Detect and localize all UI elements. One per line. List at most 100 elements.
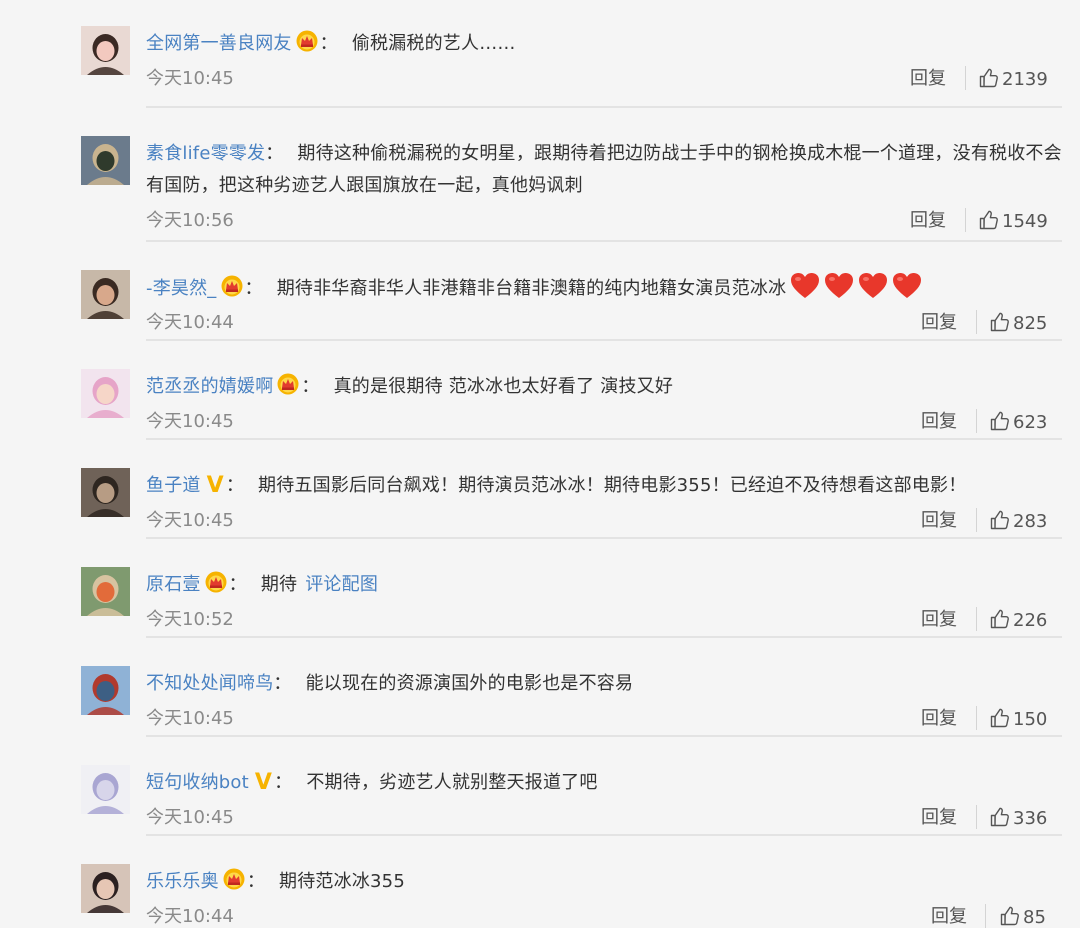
- avatar[interactable]: [81, 567, 130, 616]
- comment-content: 乐乐乐奥 ： 期待范冰冰355: [146, 866, 1066, 901]
- avatar[interactable]: [81, 864, 130, 913]
- like-count: 150: [1013, 709, 1048, 730]
- like-count: 85: [1023, 907, 1046, 928]
- like-count: 283: [1013, 511, 1048, 532]
- comment-text: 能以现在的资源演国外的电影也是不容易: [305, 673, 634, 694]
- colon-separator: ：: [319, 33, 338, 54]
- comment-timestamp: 今天10:52: [146, 609, 234, 630]
- username-link[interactable]: 乐乐乐奥: [146, 871, 219, 892]
- like-button[interactable]: 150: [990, 708, 1047, 730]
- avatar[interactable]: [81, 765, 130, 814]
- like-button[interactable]: 1549: [979, 210, 1048, 232]
- avatar[interactable]: [81, 26, 130, 75]
- avatar[interactable]: [81, 468, 130, 517]
- username-link[interactable]: 短句收纳bot: [146, 772, 249, 793]
- colon-separator: ：: [246, 871, 266, 892]
- divider: [146, 438, 1062, 440]
- reply-button[interactable]: 回复: [921, 704, 957, 730]
- divider: [146, 834, 1062, 836]
- action-separator: [965, 66, 966, 90]
- colon-separator: ：: [274, 772, 293, 793]
- comment-timestamp: 今天10:45: [146, 807, 234, 828]
- colon-separator: ：: [244, 278, 263, 299]
- reply-button[interactable]: 回复: [931, 902, 967, 928]
- comment-image-link[interactable]: 评论配图: [305, 574, 378, 595]
- action-separator: [976, 310, 977, 334]
- colon-separator: ：: [228, 574, 247, 595]
- crown-badge-icon: [205, 571, 227, 604]
- like-button[interactable]: 2139: [979, 68, 1048, 90]
- like-count: 2139: [1002, 69, 1048, 90]
- divider: [146, 636, 1062, 638]
- reply-button[interactable]: 回复: [910, 206, 946, 232]
- colon-separator: ：: [225, 475, 245, 496]
- like-count: 336: [1013, 808, 1048, 829]
- comment-item: 鱼子道 V： 期待五国影后同台飙戏！期待演员范冰冰！期待电影355！已经迫不及待想看…: [0, 438, 1080, 541]
- divider: [146, 106, 1062, 108]
- verified-v-badge-icon: V: [206, 473, 224, 498]
- crown-badge-icon: [221, 275, 243, 308]
- action-separator: [976, 409, 977, 433]
- username-link[interactable]: 原石壹: [146, 574, 201, 595]
- reply-button[interactable]: 回复: [910, 64, 946, 90]
- like-button[interactable]: 85: [1000, 906, 1046, 928]
- comment-feed: 全网第一善良网友 ： 偷税漏税的艺人…… 今天10:45 回复 2139 素食life零零发…: [0, 0, 1080, 928]
- username-link[interactable]: 素食life零零发: [146, 143, 265, 164]
- comment-item: 范丞丞的婧媛啊 ： 真的是很期待 范冰冰也太好看了 演技又好今天10:45 回复 623: [0, 339, 1080, 442]
- crown-badge-icon: [223, 868, 245, 901]
- like-button[interactable]: 336: [990, 807, 1047, 829]
- like-button[interactable]: 623: [990, 411, 1047, 433]
- comment-text: 期待范冰冰355: [279, 871, 405, 892]
- comment-content: 素食life零零发： 期待这种偷税漏税的女明星，跟期待着把边防战士手中的钢枪换成木…: [146, 138, 1066, 202]
- comment-content: 鱼子道 V： 期待五国影后同台飙戏！期待演员范冰冰！期待电影355！已经迫不及待想看…: [146, 470, 1066, 502]
- comment-content: 全网第一善良网友 ： 偷税漏税的艺人……: [146, 28, 1066, 63]
- username-link[interactable]: 范丞丞的婧媛啊: [146, 376, 273, 397]
- reply-button[interactable]: 回复: [921, 803, 957, 829]
- username-link[interactable]: 不知处处闻啼鸟: [146, 673, 273, 694]
- thumbs-up-icon: [990, 312, 1013, 334]
- avatar[interactable]: [81, 369, 130, 418]
- reply-button[interactable]: 回复: [921, 308, 957, 334]
- comment-text: 期待五国影后同台飙戏！期待演员范冰冰！期待电影355！已经迫不及待想看这部电影！: [258, 475, 967, 496]
- thumbs-up-icon: [990, 609, 1013, 631]
- divider: [146, 240, 1062, 242]
- avatar[interactable]: [81, 270, 130, 319]
- comment-item: 不知处处闻啼鸟： 能以现在的资源演国外的电影也是不容易 今天10:45 回复 150: [0, 636, 1080, 739]
- heart-emoji-icon: [892, 272, 922, 310]
- comment-text: 期待: [260, 574, 298, 595]
- like-count: 226: [1013, 610, 1048, 631]
- divider: [146, 735, 1062, 737]
- reply-button[interactable]: 回复: [921, 407, 957, 433]
- username-link[interactable]: -李昊然_: [146, 278, 217, 299]
- comment-timestamp: 今天10:44: [146, 906, 234, 927]
- thumbs-up-icon: [1000, 906, 1023, 928]
- action-separator: [965, 208, 966, 232]
- reply-button[interactable]: 回复: [921, 506, 957, 532]
- thumbs-up-icon: [990, 708, 1013, 730]
- username-link[interactable]: 全网第一善良网友: [146, 33, 292, 54]
- comment-timestamp: 今天10:56: [146, 210, 234, 231]
- comment-text: 期待非华裔非华人非港籍非台籍非澳籍的纯内地籍女演员范冰冰: [276, 278, 787, 299]
- heart-emoji-icon: [858, 272, 888, 310]
- action-separator: [985, 904, 986, 928]
- avatar[interactable]: [81, 666, 130, 715]
- comment-content: 不知处处闻啼鸟： 能以现在的资源演国外的电影也是不容易: [146, 668, 1066, 700]
- comment-timestamp: 今天10:45: [146, 411, 234, 432]
- reply-button[interactable]: 回复: [921, 605, 957, 631]
- crown-badge-icon: [277, 373, 299, 406]
- like-button[interactable]: 226: [990, 609, 1047, 631]
- action-separator: [976, 508, 977, 532]
- username-link[interactable]: 鱼子道: [146, 475, 201, 496]
- comment-text: 期待这种偷税漏税的女明星，跟期待着把边防战士手中的钢枪换成木棍一个道理，没有税收…: [146, 143, 1062, 196]
- like-button[interactable]: 825: [990, 312, 1047, 334]
- avatar[interactable]: [81, 136, 130, 185]
- comment-content: -李昊然_ ： 期待非华裔非华人非港籍非台籍非澳籍的纯内地籍女演员范冰冰: [146, 272, 1066, 310]
- like-button[interactable]: 283: [990, 510, 1047, 532]
- like-count: 1549: [1002, 211, 1048, 232]
- comment-text: 不期待，劣迹艺人就别整天报道了吧: [306, 772, 598, 793]
- comment-content: 原石壹 ： 期待 评论配图: [146, 569, 1066, 604]
- comment-content: 范丞丞的婧媛啊 ： 真的是很期待 范冰冰也太好看了 演技又好: [146, 371, 1066, 406]
- heart-emoji-icon: [824, 272, 854, 310]
- colon-separator: ：: [273, 673, 292, 694]
- comment-item: 乐乐乐奥 ： 期待范冰冰355 今天10:44 回复 85: [0, 834, 1080, 928]
